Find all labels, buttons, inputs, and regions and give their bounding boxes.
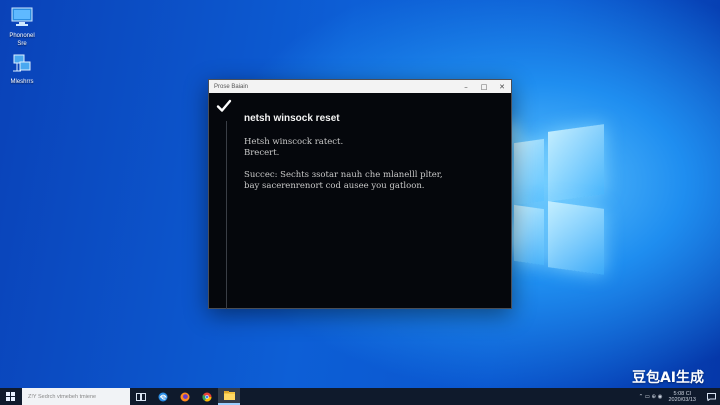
window-controls: – □ ✕ — [457, 80, 511, 93]
taskbar-search-input[interactable]: Z!Y Sedrch vtmebeh tmiene — [22, 388, 130, 405]
search-placeholder: Z!Y Sedrch vtmebeh tmiene — [28, 393, 97, 400]
notification-button[interactable] — [702, 388, 720, 405]
close-button[interactable]: ✕ — [493, 80, 511, 93]
network-icon — [9, 50, 35, 76]
start-button[interactable] — [0, 388, 20, 405]
taskbar-clock[interactable]: 5:08 Cl 2020/03/13 — [668, 391, 696, 403]
console-divider — [226, 121, 227, 309]
edge-icon — [158, 392, 168, 401]
chrome-icon — [202, 392, 212, 401]
command-window[interactable]: Prose Baiain – □ ✕ netsh winsock reset H… — [208, 79, 512, 309]
command-heading: netsh winsock reset — [244, 113, 340, 124]
maximize-button[interactable]: □ — [475, 80, 493, 93]
desktop-icon-network[interactable]: Mleshrrs — [0, 50, 44, 86]
taskbar: Z!Y Sedrch vtmebeh tmiene ⌃ ▭ ⊕ ◉ 5:08 C… — [0, 388, 720, 405]
task-view-button[interactable] — [130, 388, 152, 405]
firefox-button[interactable] — [174, 388, 196, 405]
chrome-button[interactable] — [196, 388, 218, 405]
firefox-icon — [180, 392, 190, 401]
task-view-icon — [136, 392, 146, 401]
console-area[interactable]: netsh winsock reset Hetsh winscock ratec… — [209, 93, 511, 309]
minimize-button[interactable]: – — [457, 80, 475, 93]
desktop-icon-label: Mleshrrs — [10, 79, 34, 85]
checkmark-icon — [216, 98, 232, 114]
clock-date: 2020/03/13 — [668, 396, 696, 403]
edge-button[interactable] — [152, 388, 174, 405]
monitor-icon — [9, 4, 35, 30]
ai-generated-watermark: 豆包AI生成 — [631, 370, 704, 386]
output-line: Brecert. — [244, 148, 280, 158]
notification-icon — [706, 392, 716, 401]
system-tray: ⌃ ▭ ⊕ ◉ 5:08 Cl 2020/03/13 — [639, 388, 720, 405]
tray-icons[interactable]: ⌃ ▭ ⊕ ◉ — [639, 394, 663, 400]
window-titlebar[interactable]: Prose Baiain – □ ✕ — [209, 80, 511, 93]
file-explorer-button[interactable] — [218, 388, 240, 405]
output-line: bay sacerenrenort cod ausee you gatloon. — [244, 181, 425, 191]
file-explorer-icon — [223, 391, 235, 400]
windows-start-icon — [5, 392, 15, 401]
output-line: Hetsh winscock ratect. — [244, 137, 344, 147]
desktop-icon-label-sub: Sre — [17, 41, 27, 47]
output-line: Succec: Sechts ɜsotar nauh che mlanelll … — [244, 170, 443, 180]
window-title: Prose Baiain — [214, 83, 249, 90]
desktop-icon-this-pc[interactable]: Phononel Sre — [0, 4, 44, 48]
desktop-icon-label: Phononel — [9, 33, 35, 39]
